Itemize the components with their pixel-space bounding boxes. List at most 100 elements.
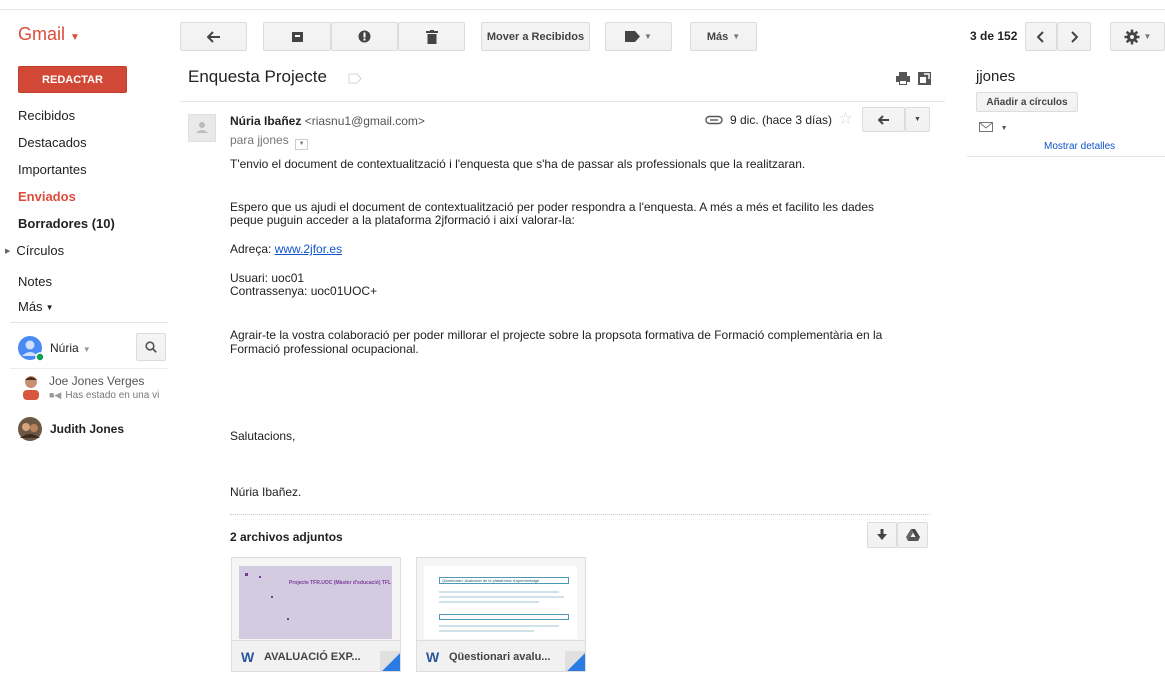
sidebar-item-label: Borradores (10) [18, 216, 115, 231]
sidebar-item-label: Importantes [18, 162, 87, 177]
thumbnail-line [439, 625, 559, 627]
sidebar-item-more[interactable]: Más ▼ [18, 299, 53, 314]
sender-avatar[interactable] [188, 114, 216, 142]
trash-icon [425, 29, 438, 44]
address-label: Adreça: [230, 242, 272, 256]
user-line: Usuari: uoc01 [230, 271, 305, 285]
sidebar-item-sent[interactable]: Enviados [18, 189, 76, 204]
new-window-button[interactable] [918, 72, 931, 88]
reply-more-button[interactable]: ▼ [905, 107, 930, 132]
settings-button[interactable]: ▼ [1110, 22, 1165, 51]
recipient-text: para jjones [230, 133, 289, 147]
add-to-circles-button[interactable]: Añadir a círculos [976, 92, 1078, 112]
more-button[interactable]: Más ▼ [690, 22, 757, 51]
reply-icon [877, 114, 889, 125]
chevron-down-icon: ▼ [1143, 32, 1152, 41]
download-all-button[interactable] [867, 522, 897, 548]
message-divider [180, 101, 945, 102]
body-paragraph: peque puguin acceder a la plataforma 2jf… [230, 213, 575, 227]
word-doc-icon: W [426, 649, 440, 665]
move-to-inbox-label: Mover a Recibidos [486, 30, 585, 43]
sidebar-item-starred[interactable]: Destacados [18, 135, 87, 150]
signature: Núria Ibañez. [230, 485, 302, 499]
attachment-name: Qüestionari avalu... [449, 651, 551, 663]
archive-icon [291, 31, 303, 42]
attachment-card[interactable]: Qüestionari: Avaluació de la plataforma … [416, 557, 586, 672]
back-button[interactable] [180, 22, 247, 51]
chat-user-menu[interactable]: Núria ▼ [50, 341, 91, 355]
thumbnail-dot [245, 573, 248, 576]
move-to-inbox-button[interactable]: Mover a Recibidos [481, 22, 590, 51]
sidebar-item-notes[interactable]: Notes [18, 274, 52, 289]
attachment-card[interactable]: Projecte TFR.UOC (Màster d'educació) TFL… [231, 557, 401, 672]
thumbnail-line [439, 601, 539, 603]
sidebar-item-label: Notes [18, 274, 52, 289]
body-paragraph: Espero que us ajudi el document de conte… [230, 200, 875, 214]
sidebar-item-important[interactable]: Importantes [18, 162, 87, 177]
chevron-right-icon [1071, 30, 1078, 43]
compose-label: REDACTAR [42, 73, 103, 86]
report-spam-button[interactable] [331, 22, 398, 51]
default-user-icon [196, 122, 208, 133]
attachments-divider [230, 514, 930, 515]
attachment-thumbnail: Qüestionari: Avaluació de la plataforma … [424, 566, 577, 639]
contact-avatar[interactable] [21, 374, 41, 400]
sender-line: Núria Ibañez <riasnu1@gmail.com> [230, 114, 425, 128]
email-subject: Enquesta Projecte [188, 67, 327, 86]
sidebar-item-drafts[interactable]: Borradores (10) [18, 216, 115, 231]
sidebar-item-label: Más [18, 299, 43, 314]
contact-panel-divider [967, 156, 1165, 157]
compose-button[interactable]: REDACTAR [18, 66, 127, 93]
gmail-logo[interactable]: Gmail ▼ [18, 24, 80, 45]
chevron-down-icon: ▼ [82, 345, 91, 354]
older-button[interactable] [1057, 22, 1091, 51]
contact-avatar[interactable] [17, 416, 43, 442]
chat-search-button[interactable] [136, 333, 166, 361]
body-paragraph: Formació professional ocupacional. [230, 342, 419, 356]
labels-button[interactable]: ▼ [605, 22, 672, 51]
chevron-down-icon: ▼ [644, 32, 652, 41]
envelope-icon [979, 122, 993, 132]
label-icon [625, 31, 641, 42]
attachment-name: AVALUACIÓ EXP... [264, 651, 361, 663]
chevron-down-icon: ▼ [732, 32, 741, 41]
thumbnail-text: Qüestionari: Avaluació de la plataforma … [439, 577, 569, 584]
address-link[interactable]: www.2jfor.es [275, 242, 342, 256]
chat-contact-status-text: Has estado en una vi [65, 390, 160, 401]
reply-button[interactable] [862, 107, 905, 132]
delete-button[interactable] [398, 22, 465, 51]
print-icon [896, 72, 910, 85]
avatar[interactable] [17, 335, 47, 363]
chat-contact-name[interactable]: Judith Jones [50, 422, 124, 436]
chevron-down-icon: ▼ [914, 116, 921, 123]
doc-corner-icon [380, 651, 400, 671]
chevron-left-icon [1037, 30, 1044, 43]
sidebar-item-label: Recibidos [18, 108, 76, 123]
email-contact-button[interactable]: ▼ [979, 120, 1008, 135]
show-details-toggle[interactable]: ▼ [295, 139, 309, 150]
add-to-circles-label: Añadir a círculos [986, 96, 1068, 108]
gear-icon [1124, 29, 1140, 44]
sidebar-item-inbox[interactable]: Recibidos [18, 108, 75, 123]
paperclip-icon [705, 115, 723, 125]
attachments-title: 2 archivos adjuntos [230, 530, 343, 544]
sidebar-item-circles[interactable]: ▶ Círculos [5, 243, 64, 258]
star-icon[interactable]: ☆ [838, 110, 853, 127]
arrow-left-icon [206, 30, 220, 43]
thumbnail-line [439, 630, 534, 632]
search-icon [145, 341, 157, 353]
newer-button[interactable] [1025, 22, 1057, 51]
label-icon[interactable] [348, 72, 362, 87]
contact-name: jjones [976, 68, 1016, 85]
thumbnail-box [439, 614, 569, 620]
sidebar-item-label: Destacados [18, 135, 87, 150]
email-date: 9 dic. (hace 3 días) [730, 113, 833, 127]
sidebar-item-label: Círculos [16, 243, 65, 258]
print-button[interactable] [896, 72, 910, 88]
archive-button[interactable] [263, 22, 331, 51]
chat-contact-name[interactable]: Joe Jones Verges [49, 374, 144, 388]
show-details-link[interactable]: Mostrar detalles [1044, 141, 1115, 152]
sender-name[interactable]: Núria Ibañez [230, 114, 301, 128]
attachment-indicator [705, 113, 723, 128]
save-to-drive-button[interactable] [897, 522, 928, 548]
